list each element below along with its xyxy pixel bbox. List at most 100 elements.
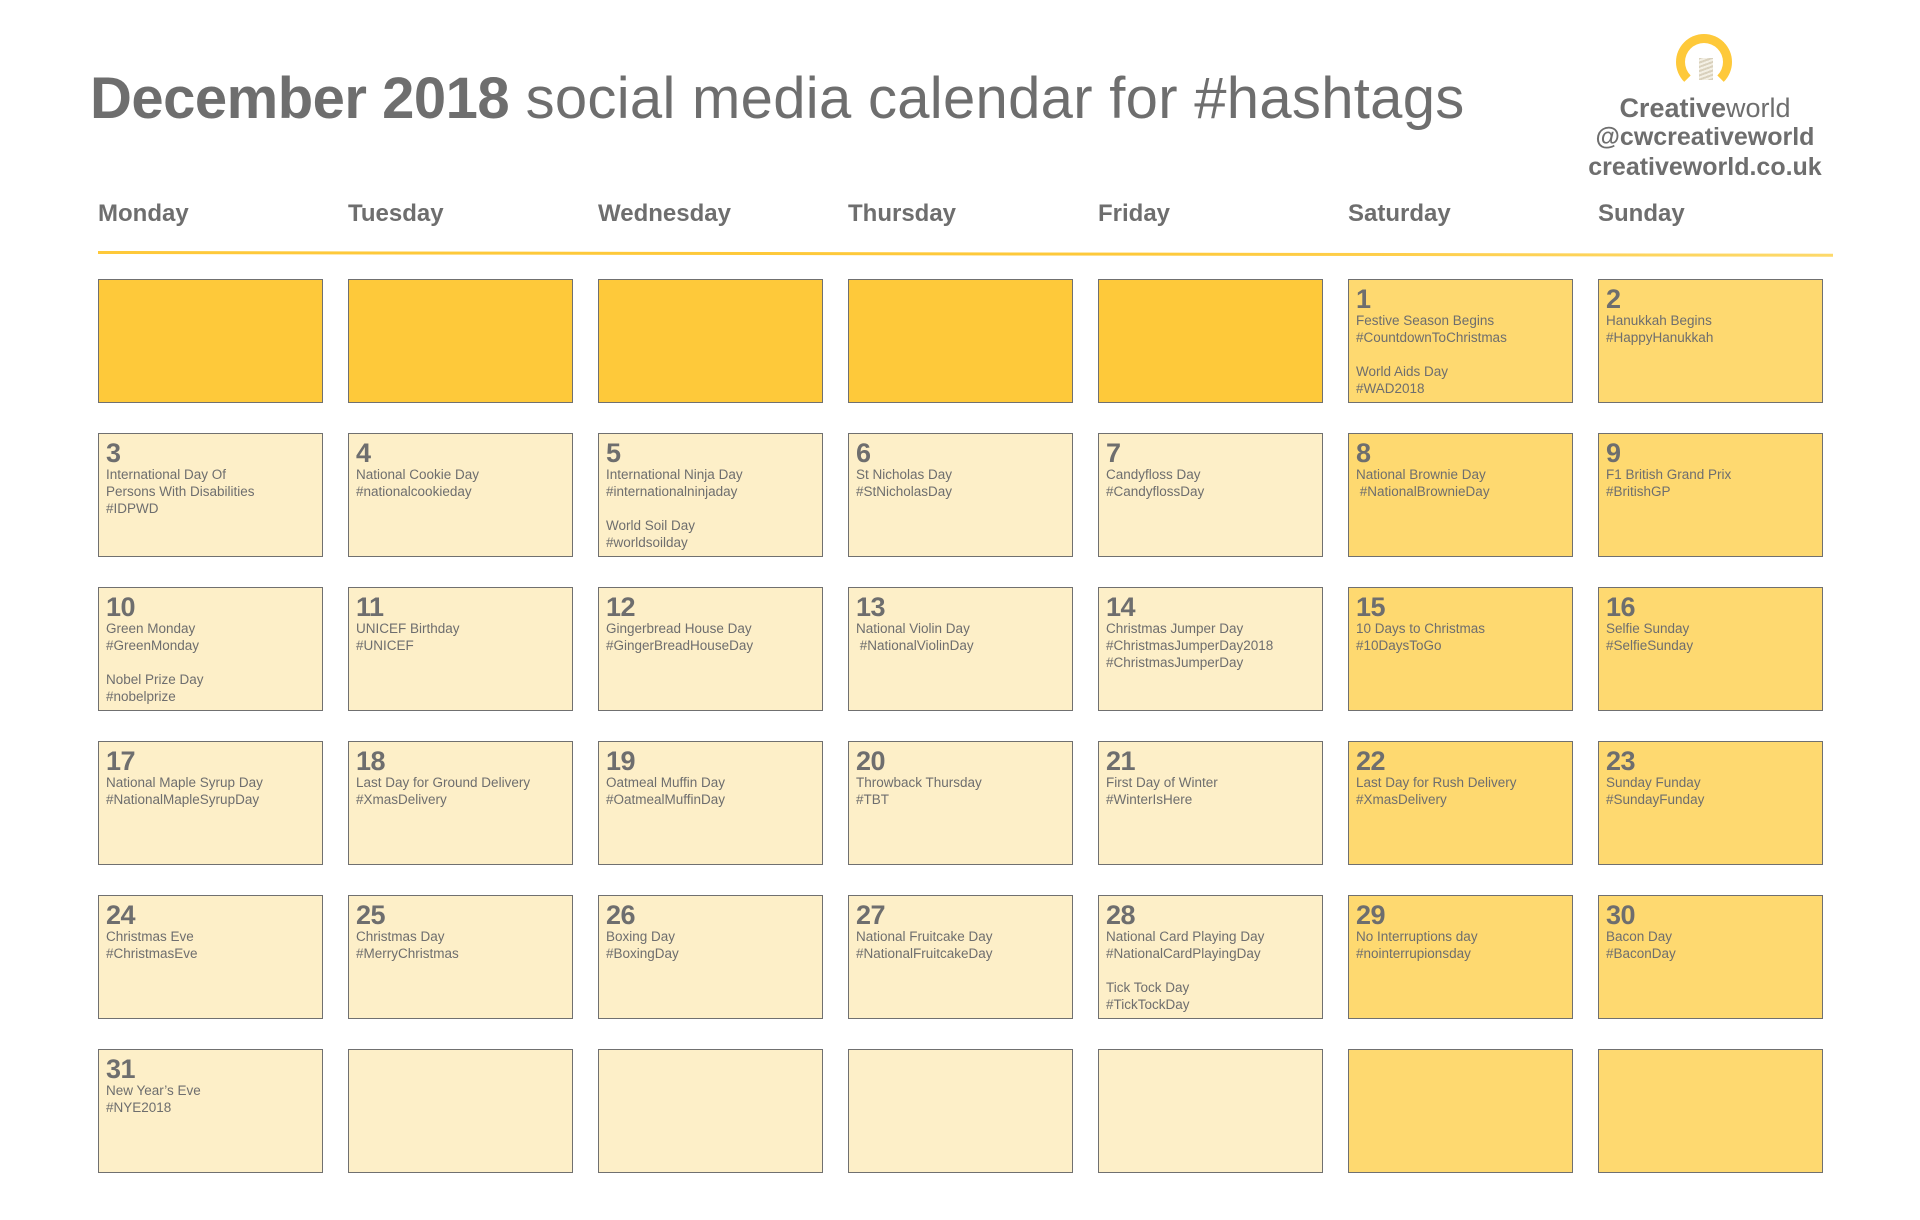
event-entry: Throwback Thursday #TBT <box>856 774 1065 808</box>
event-hashtag[interactable]: #BritishGP <box>1606 483 1815 500</box>
event-hashtag[interactable]: #NationalMapleSyrupDay <box>106 791 315 808</box>
event-hashtag[interactable]: #NationalCardPlayingDay <box>1106 945 1315 962</box>
day-cell-5[interactable]: 5 International Ninja Day #internationalni… <box>598 433 823 557</box>
event-hashtag[interactable]: #GreenMonday <box>106 637 315 654</box>
day-cell-14[interactable]: 14 Christmas Jumper Day #ChristmasJumperDa… <box>1098 587 1323 711</box>
event-entry: Green Monday #GreenMonday <box>106 620 315 654</box>
event-entry: New Year’s Eve #NYE2018 <box>106 1082 315 1116</box>
event-hashtag[interactable]: #IDPWD <box>106 500 315 517</box>
event-entry: National Violin Day #NationalViolinDay <box>856 620 1065 654</box>
day-cell-7[interactable]: 7 Candyfloss Day #CandyflossDay <box>1098 433 1323 557</box>
event-hashtag[interactable]: #WAD2018 <box>1356 380 1565 397</box>
event-hashtag[interactable]: #nointerrupionsday <box>1356 945 1565 962</box>
day-cell-20[interactable]: 20 Throwback Thursday #TBT <box>848 741 1073 865</box>
day-cell-25[interactable]: 25 Christmas Day #MerryChristmas <box>348 895 573 1019</box>
event-hashtag[interactable]: #CandyflossDay <box>1106 483 1315 500</box>
day-cell-17[interactable]: 17 National Maple Syrup Day #NationalMaple… <box>98 741 323 865</box>
event-entry: National Fruitcake Day #NationalFruitcake… <box>856 928 1065 962</box>
empty-day-cell[interactable] <box>848 279 1073 403</box>
event-hashtag[interactable]: #nobelprize <box>106 688 315 705</box>
day-cell-23[interactable]: 23 Sunday Funday #SundayFunday <box>1598 741 1823 865</box>
event-entry: Selfie Sunday #SelfieSunday <box>1606 620 1815 654</box>
event-hashtag[interactable]: #BoxingDay <box>606 945 815 962</box>
day-cell-3[interactable]: 3 International Day Of Persons With Disabi… <box>98 433 323 557</box>
event-hashtag[interactable]: #ChristmasEve <box>106 945 315 962</box>
page-title: December 2018 social media calendar for … <box>90 64 1465 134</box>
day-cell-27[interactable]: 27 National Fruitcake Day #NationalFruitca… <box>848 895 1073 1019</box>
event-hashtag[interactable]: #HappyHanukkah <box>1606 329 1815 346</box>
day-cell-10[interactable]: 10 Green Monday #GreenMonday Nobel Prize Da… <box>98 587 323 711</box>
day-cell-8[interactable]: 8 National Brownie Day #NationalBrownieDa… <box>1348 433 1573 557</box>
day-cell-21[interactable]: 21 First Day of Winter #WinterIsHere <box>1098 741 1323 865</box>
weekday-header-thursday: Thursday <box>848 200 957 227</box>
event-hashtag[interactable]: #OatmealMuffinDay <box>606 791 815 808</box>
event-hashtag[interactable]: #10DaysToGo <box>1356 637 1565 654</box>
event-hashtag[interactable]: #XmasDelivery <box>356 791 565 808</box>
event-entry: F1 British Grand Prix #BritishGP <box>1606 466 1815 500</box>
event-hashtag[interactable]: #TBT <box>856 791 1065 808</box>
event-hashtag[interactable]: #SelfieSunday <box>1606 637 1815 654</box>
day-cell-4[interactable]: 4 National Cookie Day #nationalcookieday <box>348 433 573 557</box>
day-cell-22[interactable]: 22 Last Day for Rush Delivery #XmasDeliver… <box>1348 741 1573 865</box>
empty-day-cell[interactable] <box>598 279 823 403</box>
day-cell-19[interactable]: 19 Oatmeal Muffin Day #OatmealMuffinDay <box>598 741 823 865</box>
day-cell-24[interactable]: 24 Christmas Eve #ChristmasEve <box>98 895 323 1019</box>
event-hashtag[interactable]: #nationalcookieday <box>356 483 565 500</box>
day-cell-31[interactable]: 31 New Year’s Eve #NYE2018 <box>98 1049 323 1173</box>
empty-day-cell[interactable] <box>598 1049 823 1173</box>
event-hashtag[interactable]: #CountdownToChristmas <box>1356 329 1565 346</box>
event-hashtag[interactable]: #SundayFunday <box>1606 791 1815 808</box>
event-hashtag[interactable]: #GingerBreadHouseDay <box>606 637 815 654</box>
day-cell-30[interactable]: 30 Bacon Day #BaconDay <box>1598 895 1823 1019</box>
event-entry: Tick Tock Day #TickTockDay <box>1106 979 1315 1013</box>
day-cell-26[interactable]: 26 Boxing Day #BoxingDay <box>598 895 823 1019</box>
day-cell-9[interactable]: 9 F1 British Grand Prix #BritishGP <box>1598 433 1823 557</box>
empty-day-cell[interactable] <box>1098 279 1323 403</box>
empty-day-cell[interactable] <box>1598 1049 1823 1173</box>
empty-day-cell[interactable] <box>348 279 573 403</box>
day-cell-12[interactable]: 12 Gingerbread House Day #GingerBreadHouse… <box>598 587 823 711</box>
event-hashtag[interactable]: #WinterIsHere <box>1106 791 1315 808</box>
day-cell-1[interactable]: 1 Festive Season Begins #CountdownToChrist… <box>1348 279 1573 403</box>
day-cell-18[interactable]: 18 Last Day for Ground Delivery #XmasDeliv… <box>348 741 573 865</box>
day-cell-6[interactable]: 6 St Nicholas Day #StNicholasDay <box>848 433 1073 557</box>
day-cell-29[interactable]: 29 No Interruptions day #nointerrupionsday <box>1348 895 1573 1019</box>
empty-day-cell[interactable] <box>348 1049 573 1173</box>
empty-day-cell[interactable] <box>1098 1049 1323 1173</box>
event-hashtag[interactable]: #ChristmasJumperDay <box>1106 654 1315 671</box>
day-number: 23 <box>1606 746 1636 776</box>
day-cell-2[interactable]: 2 Hanukkah Begins #HappyHanukkah <box>1598 279 1823 403</box>
day-cell-15[interactable]: 15 10 Days to Christmas #10DaysToGo <box>1348 587 1573 711</box>
event-hashtag[interactable]: #NationalFruitcakeDay <box>856 945 1065 962</box>
event-hashtag[interactable]: #MerryChristmas <box>356 945 565 962</box>
event-entry: National Maple Syrup Day #NationalMapleSy… <box>106 774 315 808</box>
event-hashtag[interactable]: #worldsoilday <box>606 534 815 551</box>
event-hashtag[interactable]: #UNICEF <box>356 637 565 654</box>
event-hashtag[interactable]: #XmasDelivery <box>1356 791 1565 808</box>
event-hashtag[interactable]: #NationalBrownieDay <box>1356 483 1565 500</box>
event-hashtag[interactable]: #StNicholasDay <box>856 483 1065 500</box>
event-hashtag[interactable]: #ChristmasJumperDay2018 <box>1106 637 1315 654</box>
day-number: 25 <box>356 900 386 930</box>
day-cell-16[interactable]: 16 Selfie Sunday #SelfieSunday <box>1598 587 1823 711</box>
event-hashtag[interactable]: #BaconDay <box>1606 945 1815 962</box>
header-divider <box>97 251 1834 257</box>
day-cell-11[interactable]: 11 UNICEF Birthday #UNICEF <box>348 587 573 711</box>
event-name: Gingerbread House Day <box>606 621 752 636</box>
day-cell-28[interactable]: 28 National Card Playing Day #NationalCard… <box>1098 895 1323 1019</box>
lightbulb-icon <box>1675 30 1735 90</box>
event-hashtag[interactable]: #NationalViolinDay <box>856 637 1065 654</box>
brand-website[interactable]: creativeworld.co.uk <box>1560 152 1850 182</box>
event-entry: Christmas Jumper Day #ChristmasJumperDay2… <box>1106 620 1315 671</box>
empty-day-cell[interactable] <box>1348 1049 1573 1173</box>
brand-handle[interactable]: @cwcreativeworld <box>1560 122 1850 152</box>
empty-day-cell[interactable] <box>848 1049 1073 1173</box>
event-entry: St Nicholas Day #StNicholasDay <box>856 466 1065 500</box>
day-cell-13[interactable]: 13 National Violin Day #NationalViolinDay <box>848 587 1073 711</box>
empty-day-cell[interactable] <box>98 279 323 403</box>
event-hashtag[interactable]: #NYE2018 <box>106 1099 315 1116</box>
event-hashtag[interactable]: #internationalninjaday <box>606 483 815 500</box>
event-name: UNICEF Birthday <box>356 621 460 636</box>
day-number: 10 <box>106 592 136 622</box>
event-hashtag[interactable]: #TickTockDay <box>1106 996 1315 1013</box>
